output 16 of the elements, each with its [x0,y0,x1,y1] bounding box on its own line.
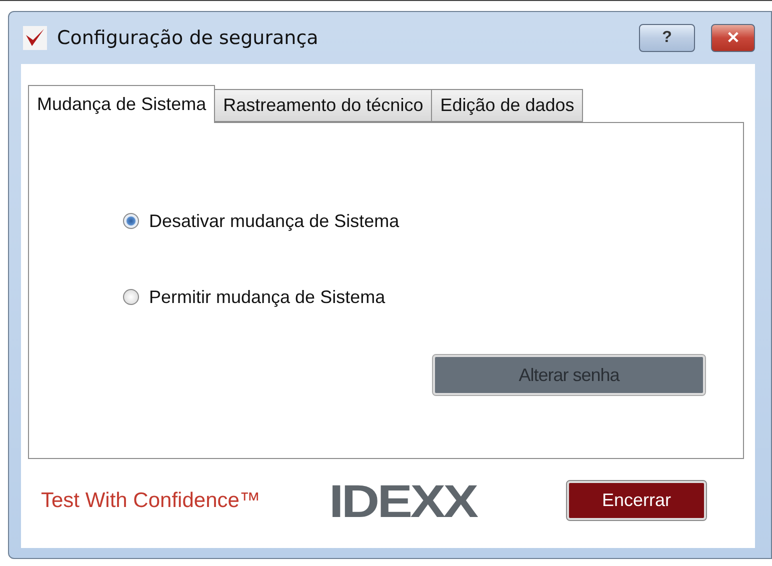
tab[interactable]: Mudança de Sistema [28,85,216,123]
tab[interactable]: Rastreamento do técnico [214,89,432,122]
radio-label: Desativar mudança de Sistema [149,210,400,232]
window-title: Configuração de segurança [57,27,320,49]
radio-icon[interactable] [123,289,139,305]
radio-label: Permitir mudança de Sistema [149,286,386,308]
radio-option[interactable]: Desativar mudança de Sistema [123,207,705,235]
help-button[interactable]: ? [639,24,695,52]
tagline: Test With Confidence™ [41,488,262,512]
tab[interactable]: Edição de dados [431,89,584,122]
close-dialog-button[interactable]: Encerrar [567,481,706,520]
radio-icon[interactable] [123,213,139,229]
brand-logo: IDEXX [329,474,478,528]
close-button[interactable]: ✕ [711,24,755,52]
app-check-icon [23,26,47,50]
radio-option[interactable]: Permitir mudança de Sistema [123,283,705,311]
